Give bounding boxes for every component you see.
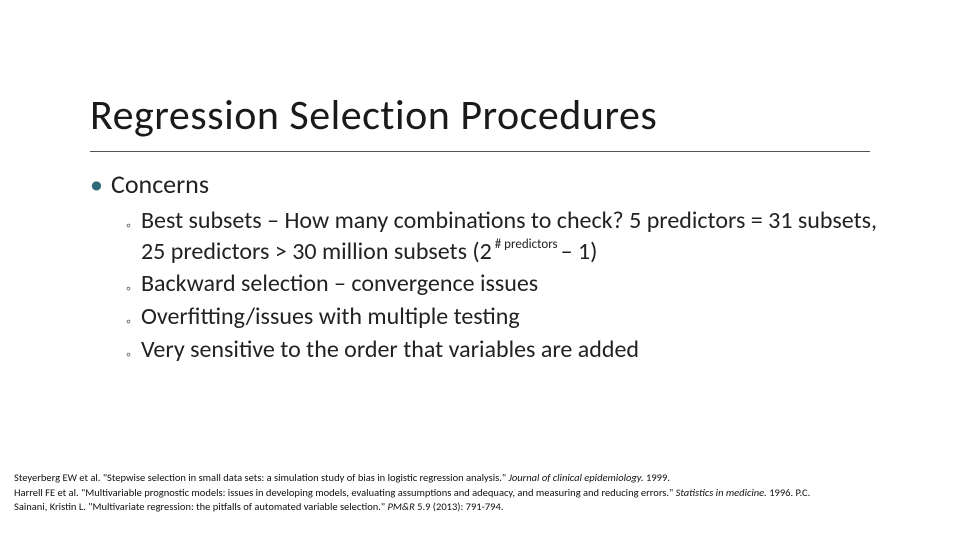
ref-italic: Journal of clinical epidemiology. <box>509 471 644 484</box>
ring-bullet-icon: ◦ <box>126 348 131 362</box>
ref-text: Steyerberg EW et al. "Stepwise selection… <box>14 471 509 484</box>
ref-italic: PM&R <box>388 500 415 513</box>
ring-bullet-icon: ◦ <box>126 219 131 233</box>
ring-bullet-icon: ◦ <box>126 315 131 329</box>
text-fragment: – 1) <box>561 237 598 266</box>
sub-bullet-item: ◦ Backward selection – convergence issue… <box>126 269 900 300</box>
sub-bullet-list: ◦ Best subsets – How many combinations t… <box>90 200 900 366</box>
ref-text: 5.9 (2013): 791-794. <box>415 500 504 513</box>
bullet-dot-icon: • <box>90 171 103 197</box>
bullet-lvl1: • Concerns <box>90 168 900 200</box>
reference-line: Sainani, Kristin L. "Multivariate regres… <box>14 500 946 514</box>
bullet-lvl1-text: Concerns <box>111 168 209 200</box>
references: Steyerberg EW et al. "Stepwise selection… <box>14 471 946 514</box>
ref-italic: Statistics in medicine. <box>676 486 767 499</box>
sub-bullet-text: Best subsets – How many combinations to … <box>141 206 900 267</box>
superscript: # predictors <box>492 237 561 252</box>
ref-text: Harrell FE et al. "Multivariable prognos… <box>14 486 676 499</box>
ref-text: Sainani, Kristin L. "Multivariate regres… <box>14 500 388 513</box>
ref-text: 1996. P.C. <box>767 486 810 499</box>
text-fragment: Best subsets – How many combinations to … <box>141 206 877 266</box>
slide: Regression Selection Procedures • Concer… <box>0 0 960 540</box>
ring-bullet-icon: ◦ <box>126 282 131 296</box>
sub-bullet-text: Overfitting/issues with multiple testing <box>141 302 900 333</box>
ref-text: 1999. <box>644 471 670 484</box>
sub-bullet-item: ◦ Overfitting/issues with multiple testi… <box>126 302 900 333</box>
sub-bullet-item: ◦ Best subsets – How many combinations t… <box>126 206 900 267</box>
slide-title: Regression Selection Procedures <box>90 90 900 141</box>
title-wrap: Regression Selection Procedures <box>0 0 960 141</box>
sub-bullet-text: Backward selection – convergence issues <box>141 269 900 300</box>
sub-bullet-text: Very sensitive to the order that variabl… <box>141 335 900 366</box>
slide-body: • Concerns ◦ Best subsets – How many com… <box>0 152 960 366</box>
reference-line: Steyerberg EW et al. "Stepwise selection… <box>14 471 946 485</box>
sub-bullet-item: ◦ Very sensitive to the order that varia… <box>126 335 900 366</box>
reference-line: Harrell FE et al. "Multivariable prognos… <box>14 486 946 500</box>
